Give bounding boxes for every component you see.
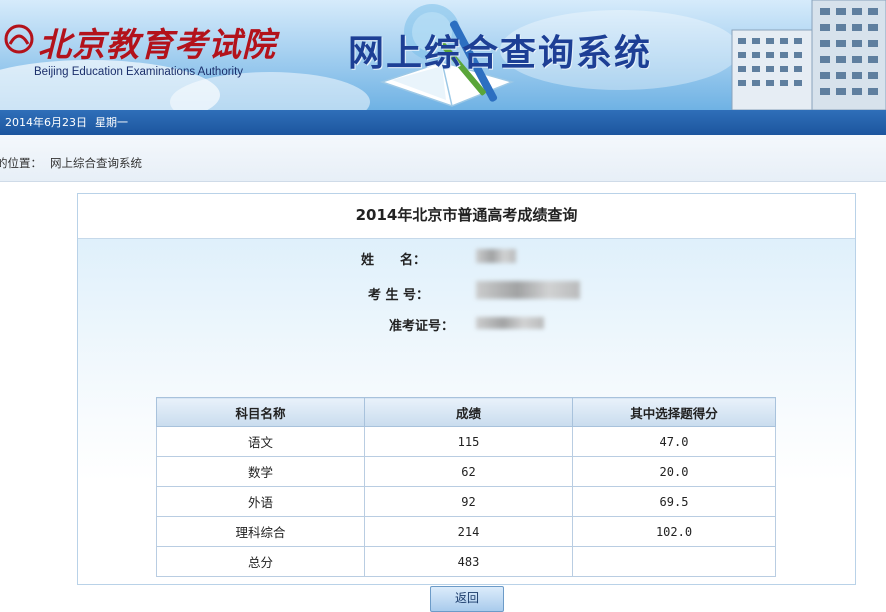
header-banner: 北京教育考试院 Beijing Education Examinations A… bbox=[0, 0, 886, 110]
cell-subject: 外语 bbox=[156, 486, 365, 517]
table-row: 理科综合 214 102.0 bbox=[156, 516, 776, 547]
cell-subject: 理科综合 bbox=[156, 516, 365, 547]
panel-body: 姓 名： 考 生 号： 准考证号： 科目名称 成绩 其中选择题得分 语文 115 bbox=[78, 239, 855, 612]
cell-choice-score bbox=[572, 546, 776, 577]
building-illustration-icon bbox=[731, 0, 886, 110]
breadcrumb-prefix: 的位置： bbox=[0, 156, 42, 170]
table-row: 语文 115 47.0 bbox=[156, 426, 776, 457]
date-bar: 2014年6月23日 星期一 bbox=[0, 110, 886, 135]
cell-subject: 语文 bbox=[156, 426, 365, 457]
breadcrumb-link-home[interactable]: 网上综合查询系统 bbox=[50, 156, 142, 170]
column-header-choice-score: 其中选择题得分 bbox=[572, 397, 776, 427]
field-examinee-number-row: 考 生 号： bbox=[368, 284, 429, 303]
cell-score: 483 bbox=[364, 546, 573, 577]
table-row-total: 总分 483 bbox=[156, 546, 776, 577]
table-row: 外语 92 69.5 bbox=[156, 486, 776, 517]
cell-subject: 数学 bbox=[156, 456, 365, 487]
scores-table: 科目名称 成绩 其中选择题得分 语文 115 47.0 数学 62 20.0 外… bbox=[156, 397, 776, 577]
org-emblem-icon bbox=[4, 24, 34, 54]
current-weekday: 星期一 bbox=[95, 116, 128, 129]
breadcrumb: 的位置： 网上综合查询系统 bbox=[0, 135, 886, 182]
field-name-label: 姓 名： bbox=[361, 253, 427, 268]
cell-choice-score: 47.0 bbox=[572, 426, 776, 457]
cell-score: 62 bbox=[364, 456, 573, 487]
table-row: 数学 62 20.0 bbox=[156, 456, 776, 487]
field-admission-ticket-value-redacted bbox=[476, 317, 544, 329]
column-header-subject: 科目名称 bbox=[156, 397, 365, 427]
org-name-cn: 北京教育考试院 bbox=[38, 25, 276, 64]
field-examinee-number-value-redacted bbox=[476, 281, 580, 299]
field-name-value-redacted bbox=[476, 249, 516, 263]
org-name-en: Beijing Education Examinations Authority bbox=[34, 66, 244, 78]
return-button[interactable]: 返回 bbox=[430, 586, 504, 612]
column-header-score: 成绩 bbox=[364, 397, 573, 427]
score-query-panel: 2014年北京市普通高考成绩查询 姓 名： 考 生 号： 准考证号： 科目名称 … bbox=[77, 193, 856, 612]
cell-score: 92 bbox=[364, 486, 573, 517]
field-name-row: 姓 名： bbox=[361, 249, 426, 268]
cell-choice-score: 69.5 bbox=[572, 486, 776, 517]
page-title: 2014年北京市普通高考成绩查询 bbox=[78, 194, 855, 239]
org-logo: 北京教育考试院 Beijing Education Examinations A… bbox=[4, 14, 314, 84]
system-title: 网上综合查询系统 bbox=[348, 33, 653, 74]
cell-subject: 总分 bbox=[156, 546, 365, 577]
field-admission-ticket-label: 准考证号： bbox=[389, 319, 455, 334]
cell-score: 214 bbox=[364, 516, 573, 547]
cell-score: 115 bbox=[364, 426, 573, 457]
field-examinee-number-label: 考 生 号： bbox=[368, 288, 430, 303]
current-date: 2014年6月23日 bbox=[5, 116, 87, 129]
table-header-row: 科目名称 成绩 其中选择题得分 bbox=[156, 397, 776, 427]
cell-choice-score: 20.0 bbox=[572, 456, 776, 487]
field-admission-ticket-row: 准考证号： bbox=[389, 315, 454, 334]
cell-choice-score: 102.0 bbox=[572, 516, 776, 547]
